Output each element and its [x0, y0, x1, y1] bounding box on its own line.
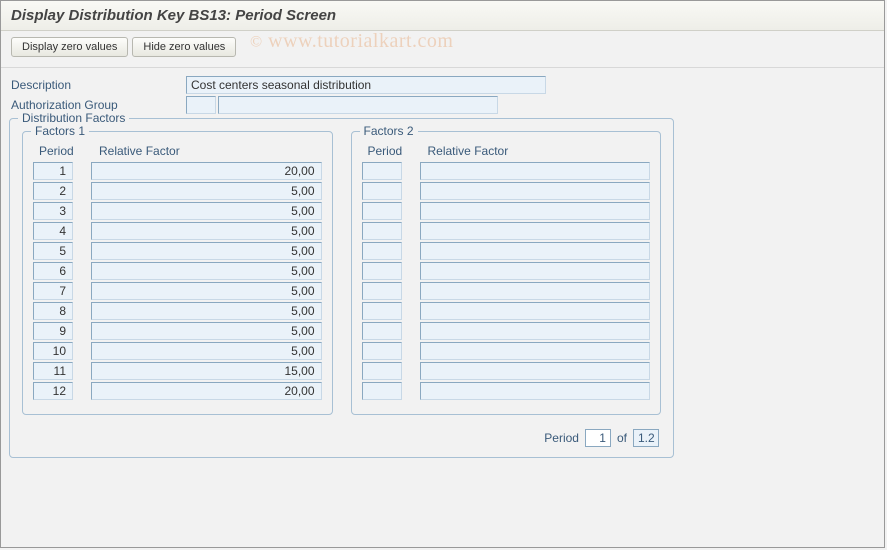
factors1-col-factor: Relative Factor: [93, 144, 322, 158]
factors2-factor-cell[interactable]: [420, 162, 651, 180]
factors1-row: 45,00: [33, 222, 322, 240]
description-input[interactable]: Cost centers seasonal distribution: [186, 76, 546, 94]
factors2-factor-cell[interactable]: [420, 282, 651, 300]
footer-of-label: of: [617, 431, 627, 445]
factors2-factor-cell[interactable]: [420, 202, 651, 220]
factors1-col-period: Period: [33, 144, 93, 158]
factors2-row: [362, 242, 651, 260]
factors2-col-period: Period: [362, 144, 422, 158]
factors1-factor-cell[interactable]: 5,00: [91, 262, 322, 280]
factors2-period-cell[interactable]: [362, 242, 402, 260]
factors1-period-cell[interactable]: 3: [33, 202, 73, 220]
factors2-row: [362, 222, 651, 240]
factors1-factor-cell[interactable]: 5,00: [91, 242, 322, 260]
factors2-period-cell[interactable]: [362, 282, 402, 300]
window: Display Distribution Key BS13: Period Sc…: [0, 0, 885, 548]
factors2-factor-cell[interactable]: [420, 302, 651, 320]
factors1-row: 11 15,00: [33, 362, 322, 380]
factors2-row: [362, 162, 651, 180]
factors1-factor-cell[interactable]: 5,00: [91, 182, 322, 200]
factors2-factor-cell[interactable]: [420, 342, 651, 360]
factors1-row: 105,00: [33, 342, 322, 360]
footer-of-input: 1.2: [633, 429, 659, 447]
factors2-factor-cell[interactable]: [420, 322, 651, 340]
factors2-row: [362, 302, 651, 320]
factors1-row: 120,00: [33, 162, 322, 180]
factors2-period-cell[interactable]: [362, 342, 402, 360]
factors1-row: 55,00: [33, 242, 322, 260]
factors1-period-cell[interactable]: 10: [33, 342, 73, 360]
period-footer: Period 1 of 1.2: [10, 423, 673, 457]
factors2-period-cell[interactable]: [362, 302, 402, 320]
toolbar: Display zero values Hide zero values: [1, 31, 884, 68]
factors2-period-cell[interactable]: [362, 322, 402, 340]
factors1-period-cell[interactable]: 2: [33, 182, 73, 200]
factors1-period-cell[interactable]: 7: [33, 282, 73, 300]
factors2-period-cell[interactable]: [362, 362, 402, 380]
description-label: Description: [11, 78, 186, 92]
factors1-factor-cell[interactable]: 5,00: [91, 302, 322, 320]
factors2-row: [362, 382, 651, 400]
auth-group-code-input[interactable]: [186, 96, 216, 114]
factors1-period-cell[interactable]: 4: [33, 222, 73, 240]
factors1-row: 35,00: [33, 202, 322, 220]
factors2-period-cell[interactable]: [362, 262, 402, 280]
factors2-period-cell[interactable]: [362, 162, 402, 180]
factors1-period-cell[interactable]: 11: [33, 362, 73, 380]
distribution-factors-title: Distribution Factors: [18, 111, 129, 125]
factors2-factor-cell[interactable]: [420, 362, 651, 380]
factors2-row: [362, 282, 651, 300]
factors2-period-cell[interactable]: [362, 382, 402, 400]
factors1-factor-cell[interactable]: 20,00: [91, 162, 322, 180]
form-area: Description Cost centers seasonal distri…: [1, 68, 884, 114]
factors1-factor-cell[interactable]: 5,00: [91, 322, 322, 340]
factors1-factor-cell[interactable]: 5,00: [91, 282, 322, 300]
factors2-col-factor: Relative Factor: [422, 144, 651, 158]
factors1-row: 12 20,00: [33, 382, 322, 400]
factors2-panel: Factors 2 Period Relative Factor: [351, 131, 662, 415]
factors2-factor-cell[interactable]: [420, 242, 651, 260]
factors1-period-cell[interactable]: 8: [33, 302, 73, 320]
factors1-period-cell[interactable]: 9: [33, 322, 73, 340]
factors1-factor-cell[interactable]: 5,00: [91, 222, 322, 240]
factors1-row: 95,00: [33, 322, 322, 340]
factors1-factor-cell[interactable]: 20,00: [91, 382, 322, 400]
footer-period-input[interactable]: 1: [585, 429, 611, 447]
factors1-panel: Factors 1 Period Relative Factor 120,002…: [22, 131, 333, 415]
auth-group-text-input[interactable]: [218, 96, 498, 114]
factors2-row: [362, 322, 651, 340]
display-zero-button[interactable]: Display zero values: [11, 37, 128, 57]
factors1-factor-cell[interactable]: 15,00: [91, 362, 322, 380]
factors1-factor-cell[interactable]: 5,00: [91, 342, 322, 360]
factors1-row: 65,00: [33, 262, 322, 280]
factors1-period-cell[interactable]: 5: [33, 242, 73, 260]
factors2-row: [362, 202, 651, 220]
factors1-period-cell[interactable]: 1: [33, 162, 73, 180]
factors1-row: 85,00: [33, 302, 322, 320]
factors2-row: [362, 362, 651, 380]
factors1-factor-cell[interactable]: 5,00: [91, 202, 322, 220]
factors2-title: Factors 2: [360, 124, 418, 138]
distribution-factors-group: Distribution Factors Factors 1 Period Re…: [9, 118, 674, 458]
factors2-factor-cell[interactable]: [420, 222, 651, 240]
factors2-factor-cell[interactable]: [420, 382, 651, 400]
factors1-period-cell[interactable]: 6: [33, 262, 73, 280]
factors2-period-cell[interactable]: [362, 222, 402, 240]
factors2-row: [362, 182, 651, 200]
page-title: Display Distribution Key BS13: Period Sc…: [1, 1, 884, 31]
factors1-title: Factors 1: [31, 124, 89, 138]
factors1-row: 25,00: [33, 182, 322, 200]
auth-group-label: Authorization Group: [11, 98, 186, 112]
factors2-factor-cell[interactable]: [420, 262, 651, 280]
factors1-row: 75,00: [33, 282, 322, 300]
factors2-factor-cell[interactable]: [420, 182, 651, 200]
factors2-row: [362, 262, 651, 280]
factors1-period-cell[interactable]: 12: [33, 382, 73, 400]
factors2-row: [362, 342, 651, 360]
footer-period-label: Period: [544, 431, 579, 445]
factors2-period-cell[interactable]: [362, 202, 402, 220]
hide-zero-button[interactable]: Hide zero values: [132, 37, 236, 57]
factors2-period-cell[interactable]: [362, 182, 402, 200]
